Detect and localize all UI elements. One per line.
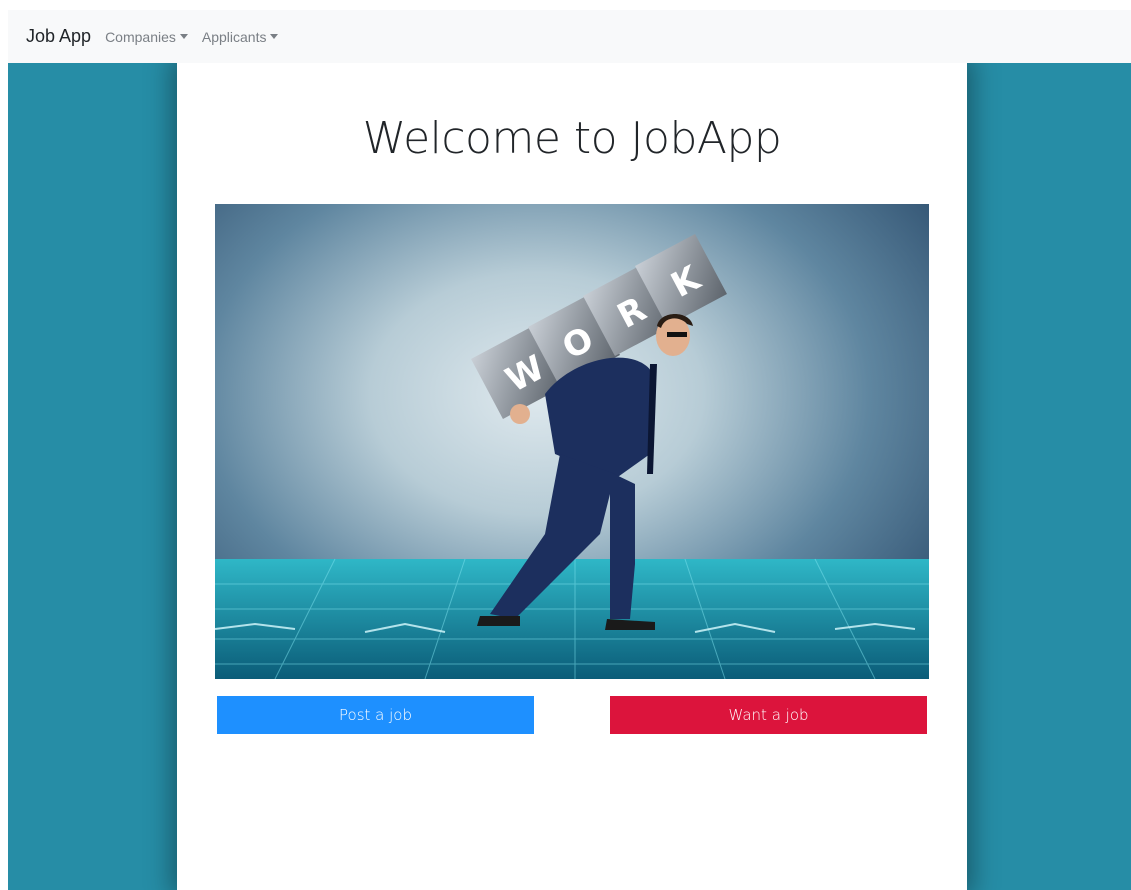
page-title: Welcome to JobApp: [362, 113, 782, 164]
nav-dropdown-label: Companies: [105, 28, 176, 45]
caret-down-icon: [179, 34, 188, 39]
hero-illustration: W O R K: [215, 234, 929, 679]
caret-down-icon: [270, 34, 279, 39]
brand-link[interactable]: Job App: [26, 26, 91, 47]
hero-image: W O R K: [215, 204, 929, 679]
main-container: Welcome to JobApp W O R K Post a job Wan…: [177, 63, 967, 890]
navbar: Job App Companies Applicants: [8, 10, 1131, 63]
nav-dropdown-label: Applicants: [201, 28, 267, 45]
page-background: Job App Companies Applicants Welcome to …: [8, 10, 1131, 890]
post-job-button[interactable]: Post a job: [217, 696, 534, 734]
want-job-button[interactable]: Want a job: [610, 696, 927, 734]
nav-dropdown-companies[interactable]: Companies: [105, 29, 188, 45]
nav-dropdown-applicants[interactable]: Applicants: [202, 29, 279, 45]
